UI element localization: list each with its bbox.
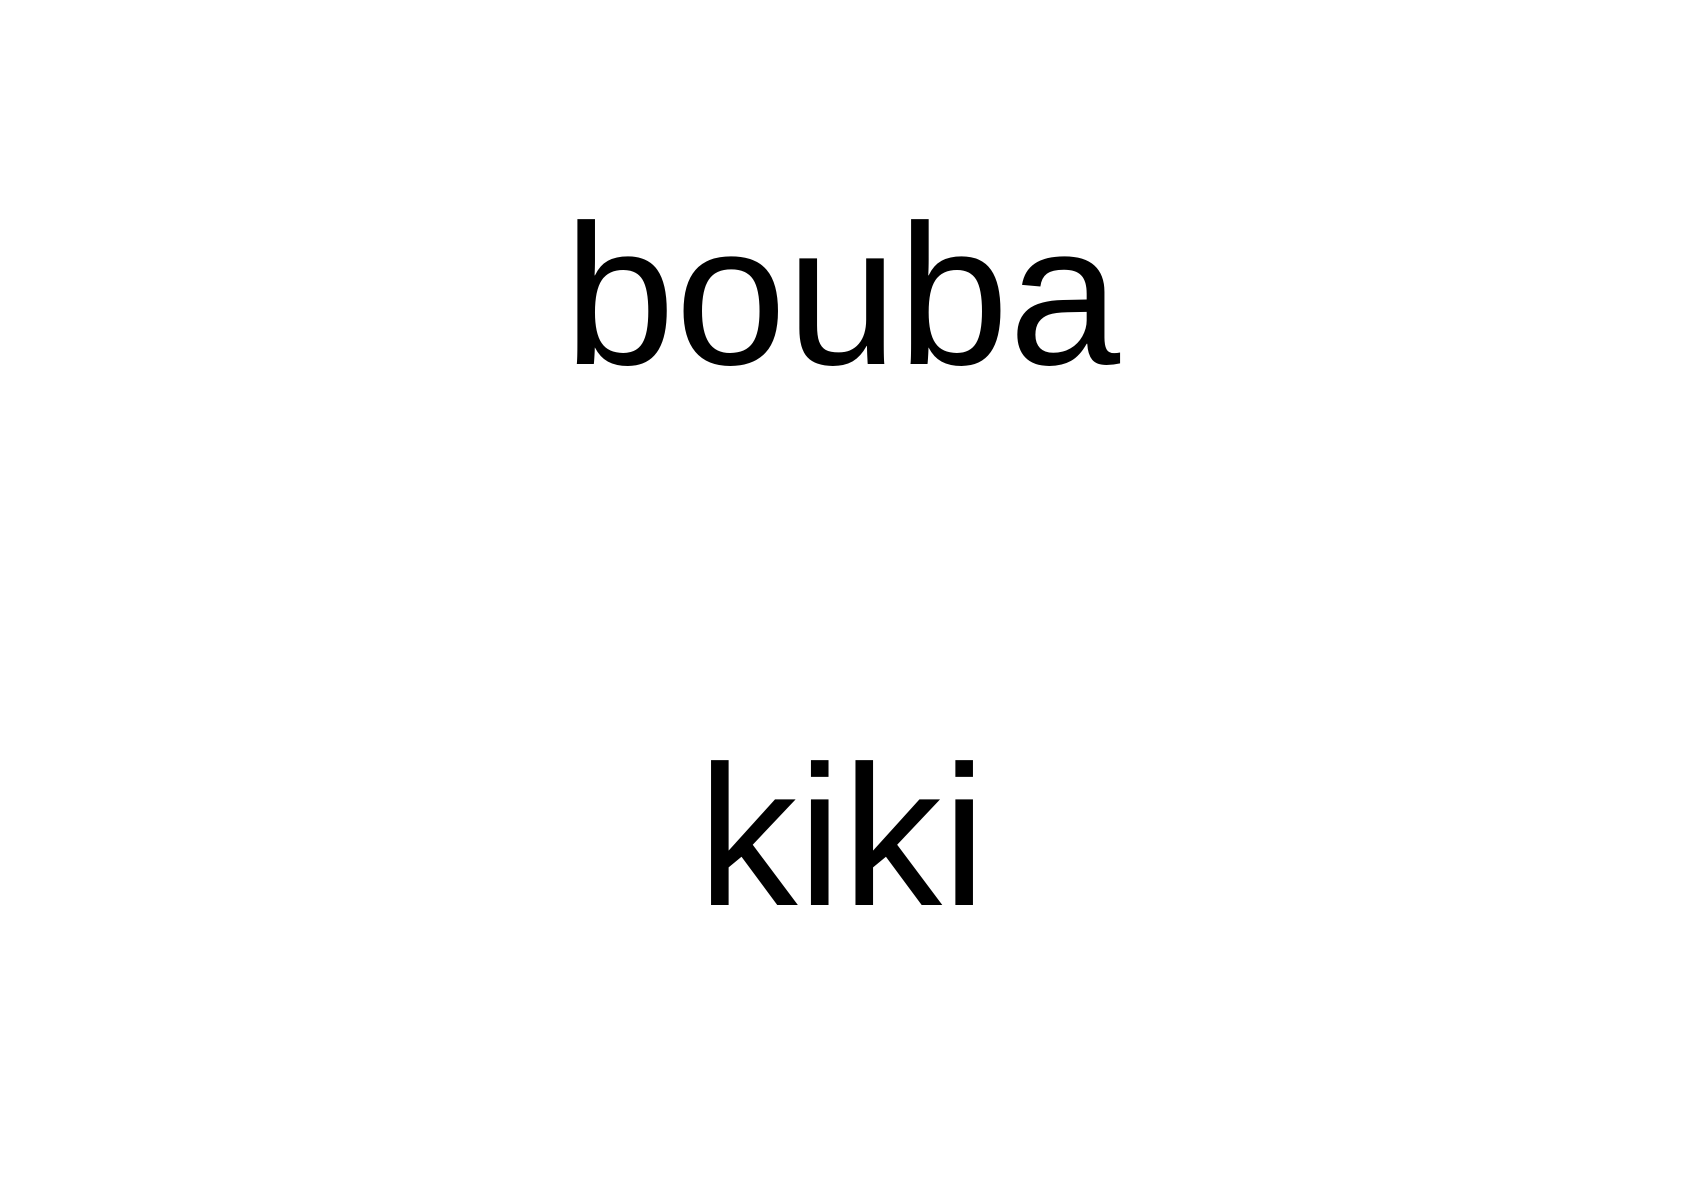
page-canvas: bouba kiki bbox=[0, 0, 1684, 1191]
word-bouba: bouba bbox=[563, 184, 1121, 407]
word-kiki: kiki bbox=[697, 725, 987, 948]
